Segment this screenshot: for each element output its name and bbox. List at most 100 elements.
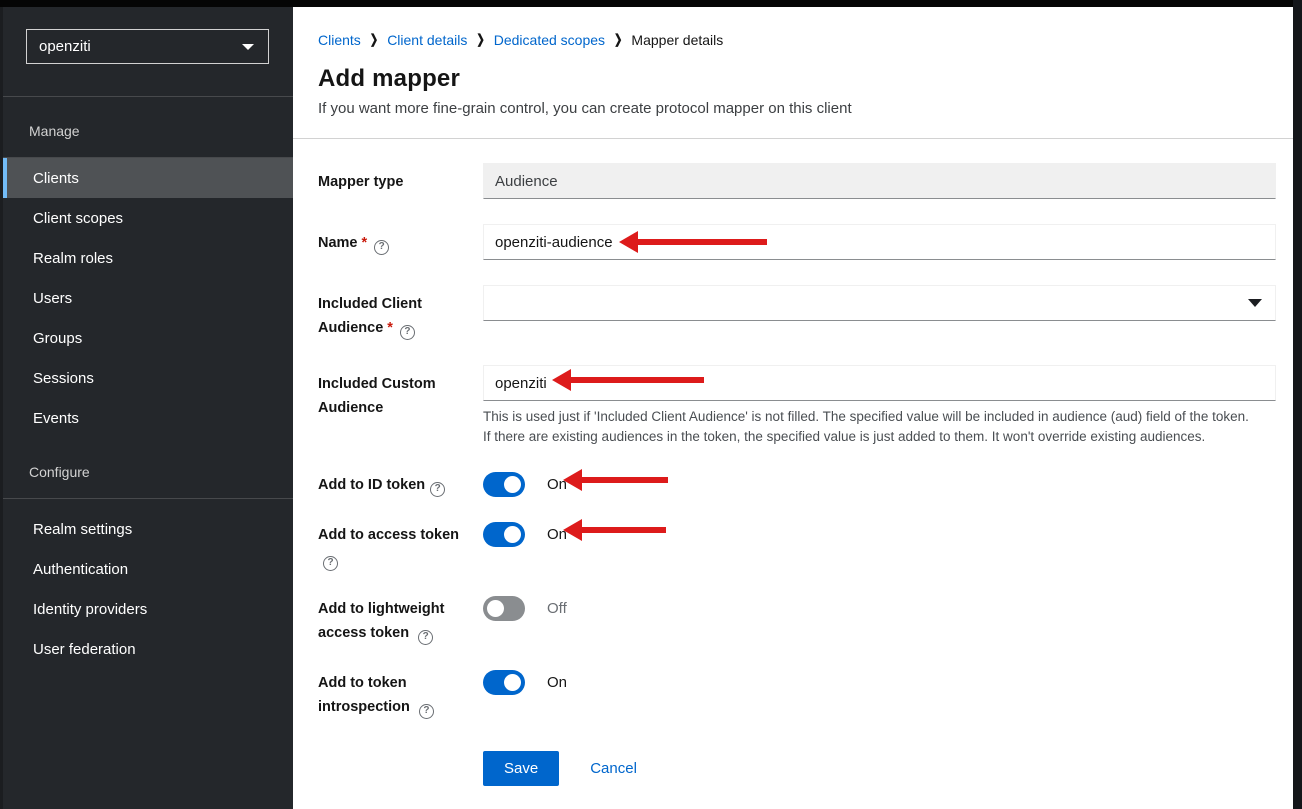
help-icon[interactable]: ? [430, 482, 445, 497]
main-content: Clients ❯ Client details ❯ Dedicated sco… [293, 7, 1293, 809]
form-row-included-client-audience: Included Client Audience*? [318, 285, 1276, 340]
nav-list-configure: Realm settings Authentication Identity p… [3, 499, 293, 669]
toggle-state-label: Off [547, 596, 567, 621]
sidebar-item-clients[interactable]: Clients [3, 158, 293, 198]
form-row-included-custom-audience: Included Custom Audience This is used ju… [318, 365, 1276, 447]
page-subtitle: If you want more fine-grain control, you… [318, 100, 1276, 117]
sidebar-item-realm-roles[interactable]: Realm roles [3, 238, 293, 278]
add-to-token-introspection-label: Add to token introspection ? [318, 670, 483, 719]
add-to-access-token-toggle-group: On [483, 522, 1276, 547]
sidebar-item-label: Events [33, 410, 79, 427]
add-to-token-introspection-switch[interactable] [483, 670, 525, 695]
sidebar-item-label: User federation [33, 641, 136, 658]
sidebar-item-user-federation[interactable]: User federation [3, 629, 293, 669]
sidebar-item-label: Users [33, 290, 72, 307]
form-row-add-to-access-token: Add to access token ? On [318, 522, 1276, 571]
sidebar-item-label: Realm roles [33, 250, 113, 267]
form-actions: Save Cancel [483, 751, 1276, 786]
add-to-access-token-label: Add to access token ? [318, 522, 483, 571]
name-input[interactable] [483, 224, 1276, 260]
help-icon[interactable]: ? [374, 240, 389, 255]
form-row-name: Name*? [318, 224, 1276, 260]
required-asterisk: * [387, 320, 393, 336]
form-row-add-to-id-token: Add to ID token? On [318, 472, 1276, 497]
sidebar-item-label: Groups [33, 330, 82, 347]
help-icon[interactable]: ? [419, 704, 434, 719]
included-client-audience-select[interactable] [483, 285, 1276, 321]
page-header: Clients ❯ Client details ❯ Dedicated sco… [293, 7, 1293, 139]
mapper-type-field [483, 163, 1276, 199]
sidebar-item-label: Client scopes [33, 210, 123, 227]
realm-selector-dropdown[interactable]: openziti [26, 29, 269, 64]
page-title: Add mapper [318, 65, 1276, 93]
included-client-audience-label: Included Client Audience*? [318, 285, 483, 340]
sidebar-item-events[interactable]: Events [3, 398, 293, 438]
help-icon[interactable]: ? [418, 630, 433, 645]
sidebar-item-realm-settings[interactable]: Realm settings [3, 509, 293, 549]
sidebar-item-label: Identity providers [33, 601, 147, 618]
label-text: Included Custom Audience [318, 376, 436, 416]
sidebar-item-authentication[interactable]: Authentication [3, 549, 293, 589]
sidebar-item-label: Authentication [33, 561, 128, 578]
helper-line: This is used just if 'Included Client Au… [483, 407, 1276, 427]
form-row-add-to-token-introspection: Add to token introspection ? On [318, 670, 1276, 719]
sidebar: openziti Manage Clients Client scopes Re… [0, 0, 293, 809]
switch-knob [504, 526, 521, 543]
sidebar-item-client-scopes[interactable]: Client scopes [3, 198, 293, 238]
save-button[interactable]: Save [483, 751, 559, 786]
sidebar-item-label: Sessions [33, 370, 94, 387]
required-asterisk: * [362, 235, 368, 251]
add-to-access-token-switch[interactable] [483, 522, 525, 547]
label-text: Add to ID token [318, 477, 425, 493]
add-to-token-introspection-toggle-group: On [483, 670, 1276, 695]
caret-down-icon [1248, 299, 1262, 307]
add-to-id-token-label: Add to ID token? [318, 472, 483, 497]
chevron-right-icon: ❯ [370, 33, 378, 47]
label-text: Mapper type [318, 174, 403, 190]
help-icon[interactable]: ? [323, 556, 338, 571]
included-custom-audience-helper: This is used just if 'Included Client Au… [483, 407, 1276, 447]
form-row-mapper-type: Mapper type [318, 163, 1276, 199]
chevron-right-icon: ❯ [614, 33, 622, 47]
nav-section-title-configure: Configure [3, 438, 293, 499]
sidebar-item-users[interactable]: Users [3, 278, 293, 318]
window-top-edge [0, 0, 1302, 7]
label-text: Add to token introspection [318, 675, 410, 715]
breadcrumb-link-client-details[interactable]: Client details [387, 32, 467, 48]
label-text: Name [318, 235, 358, 251]
helper-line: If there are existing audiences in the t… [483, 427, 1276, 447]
sidebar-item-sessions[interactable]: Sessions [3, 358, 293, 398]
add-to-id-token-switch[interactable] [483, 472, 525, 497]
add-mapper-form: Mapper type Name*? Included Client Audie… [293, 139, 1293, 786]
included-custom-audience-label: Included Custom Audience [318, 365, 483, 447]
realm-name: openziti [39, 38, 91, 55]
nav-section-title-manage: Manage [3, 97, 293, 158]
add-to-id-token-toggle-group: On [483, 472, 1276, 497]
add-to-lightweight-access-token-switch[interactable] [483, 596, 525, 621]
add-to-lightweight-access-token-label: Add to lightweight access token ? [318, 596, 483, 645]
form-row-add-to-lightweight-access-token: Add to lightweight access token ? Off [318, 596, 1276, 645]
included-custom-audience-input[interactable] [483, 365, 1276, 401]
switch-knob [504, 674, 521, 691]
add-to-lightweight-access-token-toggle-group: Off [483, 596, 1276, 621]
switch-knob [487, 600, 504, 617]
help-icon[interactable]: ? [400, 325, 415, 340]
breadcrumb-link-dedicated-scopes[interactable]: Dedicated scopes [494, 32, 605, 48]
sidebar-item-groups[interactable]: Groups [3, 318, 293, 358]
sidebar-item-identity-providers[interactable]: Identity providers [3, 589, 293, 629]
breadcrumb: Clients ❯ Client details ❯ Dedicated sco… [318, 32, 1276, 48]
switch-knob [504, 476, 521, 493]
chevron-right-icon: ❯ [476, 33, 484, 47]
sidebar-item-label: Realm settings [33, 521, 132, 538]
nav-list-manage: Clients Client scopes Realm roles Users … [3, 158, 293, 438]
toggle-state-label: On [547, 522, 567, 547]
sidebar-item-label: Clients [33, 170, 79, 187]
name-label: Name*? [318, 224, 483, 260]
breadcrumb-current: Mapper details [631, 32, 723, 48]
cancel-button[interactable]: Cancel [590, 760, 637, 777]
caret-down-icon [242, 44, 254, 50]
label-text: Add to access token [318, 527, 459, 543]
breadcrumb-link-clients[interactable]: Clients [318, 32, 361, 48]
toggle-state-label: On [547, 472, 567, 497]
vertical-scrollbar[interactable] [1293, 0, 1302, 809]
